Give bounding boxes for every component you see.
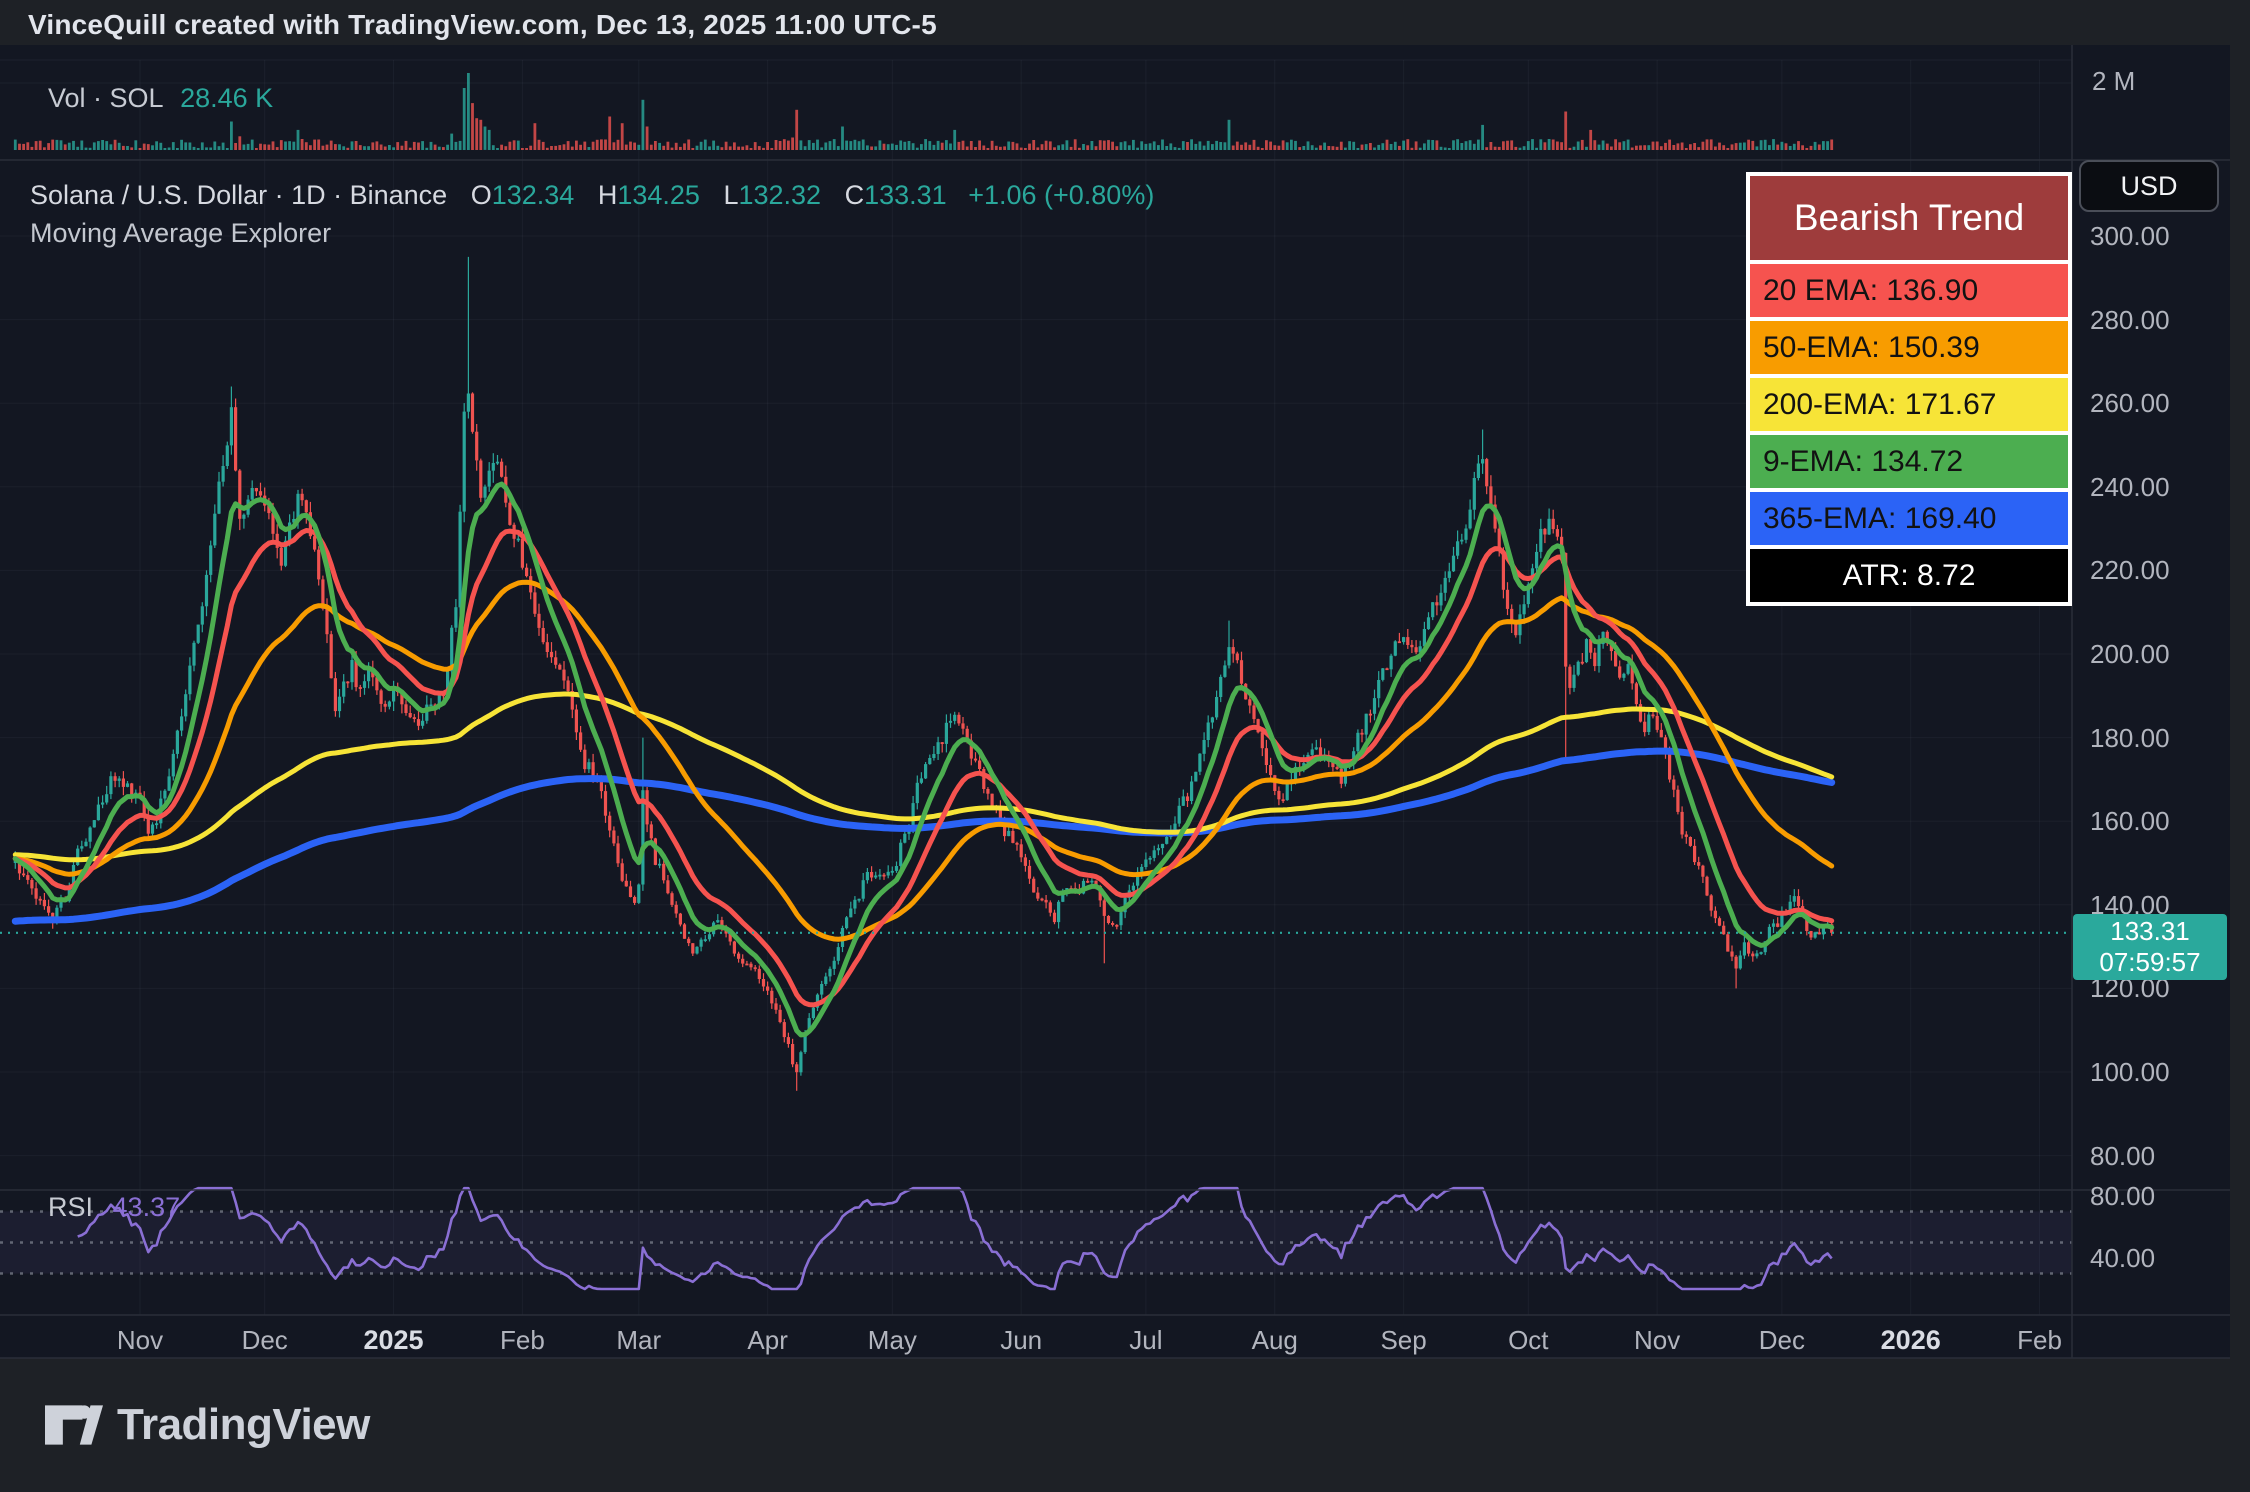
time-axis-label: Apr <box>708 1324 828 1356</box>
change-value: +1.06 (+0.80%) <box>968 180 1154 210</box>
trend-row: ATR: 8.72 <box>1750 549 2068 602</box>
low-value: 132.32 <box>738 180 821 210</box>
trend-row: 50-EMA: 150.39 <box>1750 321 2068 374</box>
indicator-label: Moving Average Explorer <box>30 218 331 249</box>
time-axis-label: Dec <box>205 1324 325 1356</box>
tradingview-logo-icon <box>45 1403 103 1447</box>
price-axis-label: 300.00 <box>2090 221 2170 251</box>
price-axis-label: 220.00 <box>2090 555 2170 585</box>
close-label: C <box>845 180 865 210</box>
volume-legend: Vol · SOL 28.46 K <box>48 83 273 114</box>
time-axis-label: Oct <box>1468 1324 1588 1356</box>
time-axis-label: Dec <box>1722 1324 1842 1356</box>
rsi-label: RSI <box>48 1192 93 1222</box>
trend-row: 20 EMA: 136.90 <box>1750 264 2068 317</box>
trend-row: 200-EMA: 171.67 <box>1750 378 2068 431</box>
page-title: VinceQuill created with TradingView.com,… <box>28 9 937 41</box>
last-price-value: 133.31 <box>2073 916 2227 947</box>
time-axis-label: May <box>832 1324 952 1356</box>
time-axis-label: Nov <box>80 1324 200 1356</box>
symbol-name: Solana / U.S. Dollar · 1D · Binance <box>30 180 447 210</box>
trend-info-panel: Bearish Trend 20 EMA: 136.9050-EMA: 150.… <box>1746 172 2072 606</box>
time-axis-label: Sep <box>1344 1324 1464 1356</box>
time-axis-label: Mar <box>579 1324 699 1356</box>
trend-title: Bearish Trend <box>1750 176 2068 260</box>
last-price-badge: 133.31 07:59:57 <box>2073 914 2227 980</box>
time-axis-label: 2026 <box>1851 1324 1971 1356</box>
close-value: 133.31 <box>864 180 947 210</box>
time-axis-label: 2025 <box>334 1324 454 1356</box>
time-axis-label: Aug <box>1215 1324 1335 1356</box>
time-axis-label: Jul <box>1086 1324 1206 1356</box>
trend-row: 365-EMA: 169.40 <box>1750 492 2068 545</box>
tradingview-logo-text: TradingView <box>117 1400 370 1450</box>
open-value: 132.34 <box>492 180 575 210</box>
time-axis-label: Nov <box>1597 1324 1717 1356</box>
price-axis-label: 240.00 <box>2090 472 2170 502</box>
price-axis-label: 160.00 <box>2090 806 2170 836</box>
trend-rows: 20 EMA: 136.9050-EMA: 150.39200-EMA: 171… <box>1750 264 2068 602</box>
price-axis-label: 180.00 <box>2090 723 2170 753</box>
price-axis-label: 260.00 <box>2090 388 2170 418</box>
rsi-axis-label: 40.00 <box>2090 1243 2155 1273</box>
rsi-value: 43.37 <box>113 1192 181 1222</box>
volume-legend-value: 28.46 K <box>180 83 273 113</box>
low-label: L <box>723 180 738 210</box>
right-gutter <box>2230 45 2250 1358</box>
countdown-timer: 07:59:57 <box>2073 947 2227 978</box>
currency-button[interactable]: USD <box>2079 160 2219 212</box>
tradingview-logo[interactable]: TradingView <box>45 1400 370 1450</box>
rsi-axis-label: 80.00 <box>2090 1181 2155 1211</box>
high-value: 134.25 <box>617 180 700 210</box>
price-axis-label: 200.00 <box>2090 639 2170 669</box>
tradingview-chart-page: VinceQuill created with TradingView.com,… <box>0 0 2250 1492</box>
price-axis-label: 80.00 <box>2090 1141 2155 1171</box>
high-label: H <box>598 180 618 210</box>
price-axis-label: 100.00 <box>2090 1057 2170 1087</box>
symbol-ohlc-row: Solana / U.S. Dollar · 1D · Binance O132… <box>30 180 1154 211</box>
price-axis-label: 280.00 <box>2090 305 2170 335</box>
volume-scale-label: 2 M <box>2092 66 2135 97</box>
trend-row: 9-EMA: 134.72 <box>1750 435 2068 488</box>
time-axis-label: Feb <box>462 1324 582 1356</box>
rsi-legend: RSI 43.37 <box>48 1192 180 1223</box>
open-label: O <box>471 180 492 210</box>
time-axis-label: Feb <box>1980 1324 2100 1356</box>
time-axis-label: Jun <box>961 1324 1081 1356</box>
volume-legend-label: Vol · SOL <box>48 83 163 113</box>
